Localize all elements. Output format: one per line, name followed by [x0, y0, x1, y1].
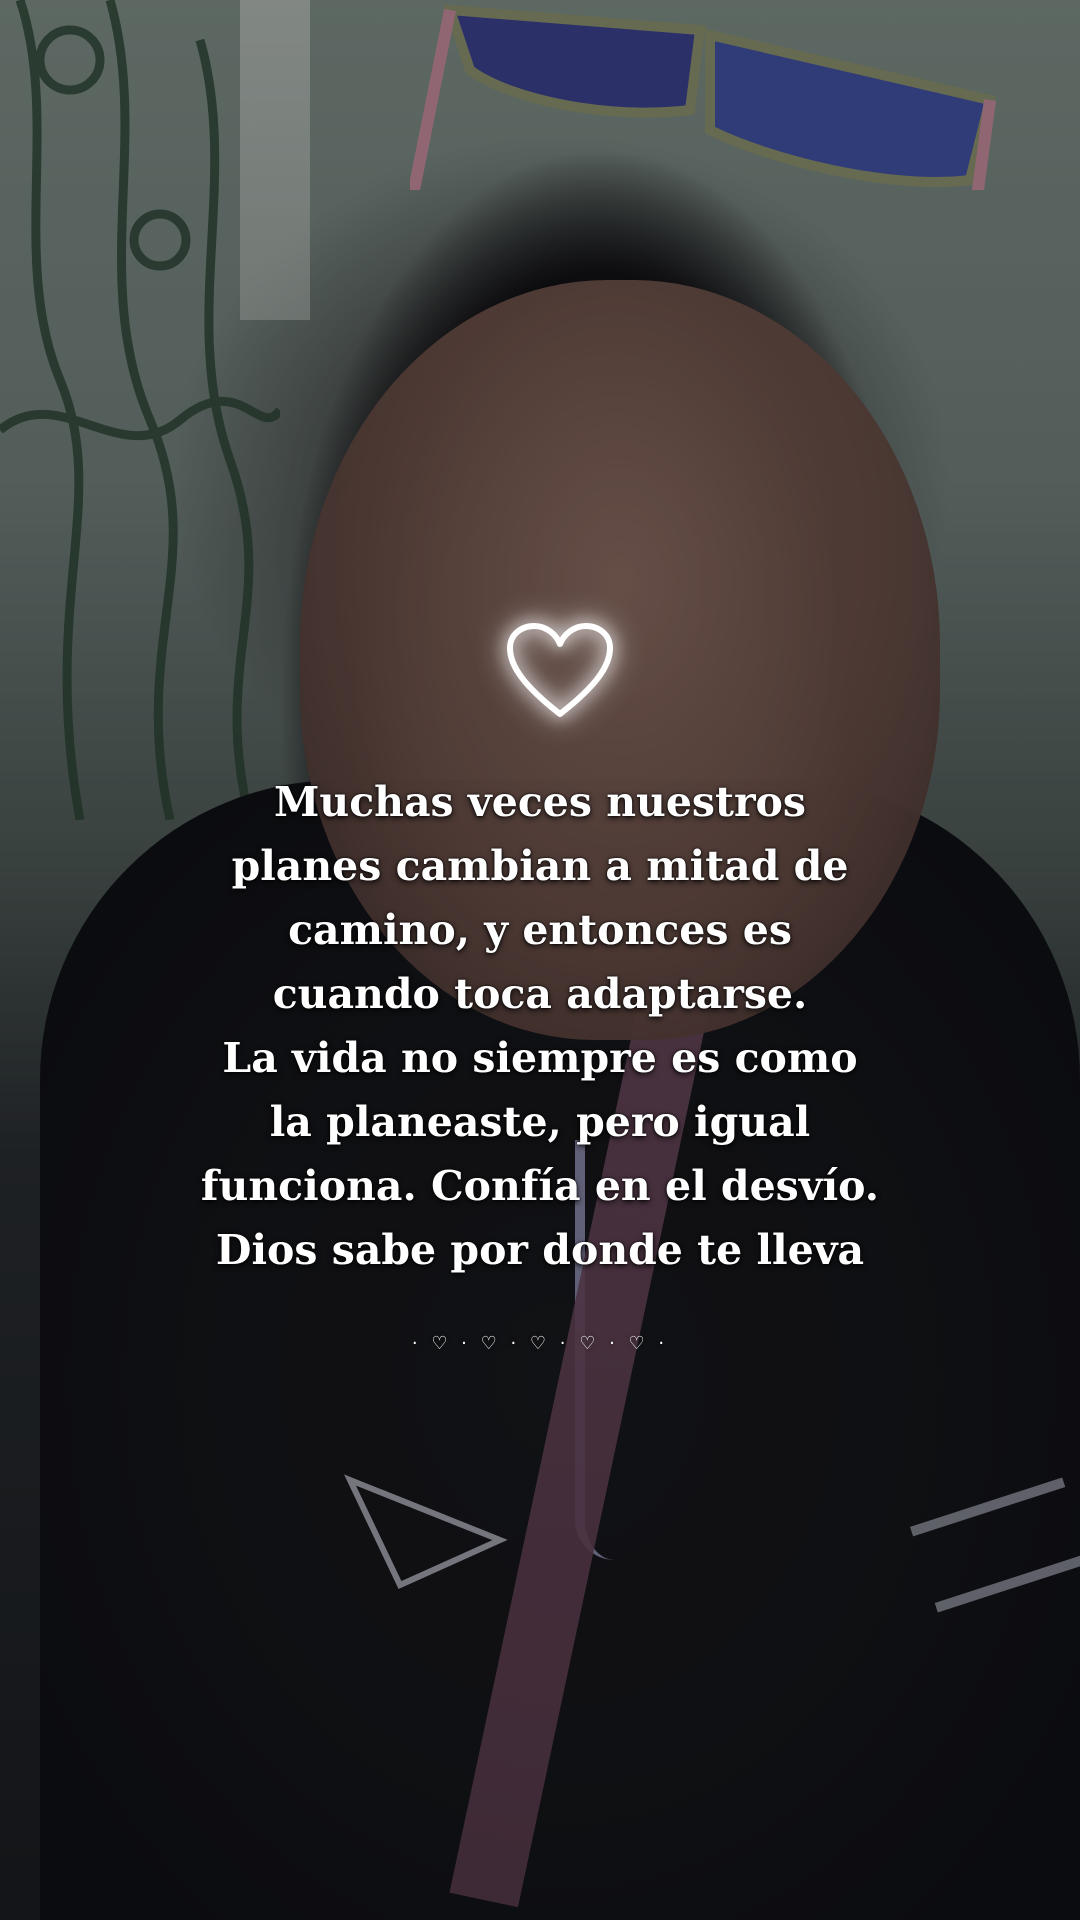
quote-line: camino, y entonces es	[288, 906, 792, 954]
quote-line: planes cambian a mitad de	[231, 842, 849, 890]
quote-line: Muchas veces nuestros	[274, 778, 806, 826]
quote-line: cuando toca adaptarse.	[272, 970, 808, 1018]
heart-icon	[507, 623, 613, 717]
quote-text: Muchas veces nuestros planes cambian a m…	[130, 770, 950, 1282]
quote-line: la planeaste, pero igual	[269, 1098, 811, 1146]
quote-line: La vida no siempre es como	[222, 1034, 858, 1082]
quote-line: Dios sabe por donde te lleva	[215, 1226, 865, 1274]
quote-line: funciona. Confía en el desvío.	[200, 1162, 880, 1210]
story-frame: Muchas veces nuestros planes cambian a m…	[0, 0, 1080, 1920]
decorative-hearts-row: · ♡ · ♡ · ♡ · ♡ · ♡ ·	[411, 1333, 669, 1354]
